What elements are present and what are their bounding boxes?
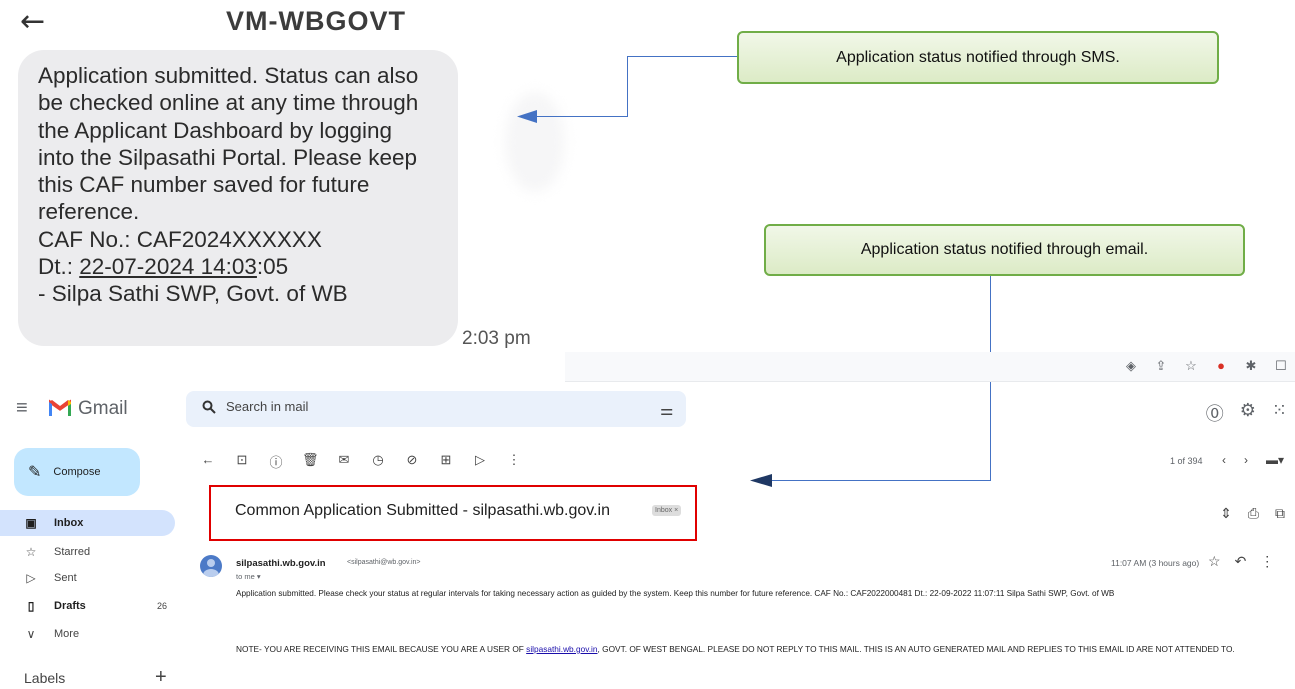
star-icon: ☆ — [25, 545, 37, 559]
search-icon[interactable] — [202, 400, 216, 414]
sms-date-prefix: Dt.: — [38, 254, 80, 280]
add-label-icon[interactable]: + — [155, 666, 167, 689]
share-icon[interactable]: ⇪ — [1153, 358, 1169, 374]
menu-icon[interactable]: ≡ — [16, 397, 28, 420]
older-chevron-icon[interactable]: › — [1244, 453, 1248, 467]
snooze-icon[interactable]: ◷ — [370, 452, 386, 471]
avatar — [200, 555, 222, 577]
sms-date-suffix: :05 — [256, 254, 289, 280]
gmail-title[interactable]: Gmail — [78, 398, 128, 420]
compose-label: Compose — [53, 466, 101, 478]
sms-line: into the Silpasathi Portal. Please keep — [38, 144, 417, 170]
connector-line — [627, 56, 628, 117]
sms-sender: VM-WBGOVT — [226, 6, 406, 36]
portal-link[interactable]: silpasathi.wb.gov.in — [526, 644, 597, 654]
connector-line — [627, 56, 737, 57]
mark-unread-icon[interactable]: ✉ — [336, 452, 352, 471]
newer-chevron-icon[interactable]: ‹ — [1222, 453, 1226, 467]
sms-date-line: Dt.: 22-07-2024 14:03:05 — [38, 253, 446, 280]
pager-count: 1 of 394 — [1170, 456, 1203, 466]
settings-gear-icon[interactable]: ⚙ — [1240, 400, 1256, 426]
connector-line — [770, 480, 991, 481]
sms-line: this CAF number saved for future — [38, 172, 370, 198]
sms-message-bubble: Application submitted. Status can also b… — [18, 50, 458, 346]
sender-name[interactable]: silpasathi.wb.gov.in — [236, 558, 326, 569]
delete-icon[interactable]: 🗑 — [302, 452, 319, 471]
extension-color-icon[interactable]: ● — [1213, 358, 1229, 374]
sidebar-item-label: Inbox — [54, 517, 84, 529]
connector-arrowhead — [750, 474, 772, 487]
print-icon[interactable]: ⎙ — [1248, 505, 1259, 522]
sender-email: <silpasathi@wb.gov.in> — [347, 559, 421, 566]
connector-arrowhead — [517, 110, 537, 123]
more-vert-icon[interactable]: ⋮ — [1260, 553, 1274, 570]
note-text: NOTE- YOU ARE RECEIVING THIS EMAIL BECAU… — [236, 644, 527, 654]
email-note: NOTE- YOU ARE RECEIVING THIS EMAIL BECAU… — [236, 643, 1286, 655]
sidebar-item-label: Sent — [54, 572, 77, 584]
callout-sms-text: Application status notified through SMS. — [836, 48, 1120, 66]
report-spam-icon[interactable]: ⓘ — [268, 452, 284, 471]
inbox-icon: ▣ — [25, 516, 37, 530]
callout-email-text: Application status notified through emai… — [860, 241, 1149, 258]
browser-toolbar: ◈ ⇪ ☆ ● ✱ ☐ — [0, 352, 1295, 382]
input-tools-icon[interactable]: ▬▾ — [1266, 453, 1284, 467]
star-icon[interactable]: ☆ — [1208, 553, 1221, 570]
sms-shadow — [505, 92, 565, 192]
note-text: , GOVT. OF WEST BENGAL. PLEASE DO NOT RE… — [597, 644, 1235, 654]
sms-line: reference. — [38, 199, 140, 225]
email-timestamp: 11:07 AM (3 hours ago) — [1111, 558, 1200, 568]
callout-email: Application status notified through emai… — [764, 224, 1245, 276]
more-vert-icon[interactable]: ⋮ — [506, 452, 522, 471]
drafts-count: 26 — [156, 601, 167, 611]
puzzle-icon[interactable]: ✱ — [1243, 358, 1259, 374]
bookmark-star-icon[interactable]: ☆ — [1183, 358, 1199, 374]
sms-date-link[interactable]: 22-07-2024 14:03 — [79, 254, 257, 279]
archive-icon[interactable]: ⊡ — [234, 452, 250, 471]
sidebar-item-label: Drafts — [54, 600, 86, 612]
reply-icon[interactable]: ↶ — [1235, 553, 1247, 570]
sidebar-item-starred[interactable]: ☆ Starred — [0, 539, 175, 565]
search-bar[interactable]: ⚌ — [186, 391, 686, 427]
expand-icon[interactable]: ⇕ — [1220, 505, 1232, 522]
sidebar-item-inbox[interactable]: ▣ Inbox — [0, 510, 175, 536]
callout-sms: Application status notified through SMS. — [737, 31, 1219, 84]
connector-line — [535, 116, 628, 117]
add-task-icon[interactable]: ⊘ — [404, 452, 420, 471]
help-icon[interactable]: ⓪ — [1206, 400, 1224, 426]
draft-icon: ▯ — [27, 599, 35, 613]
sms-line: Application submitted. Status can also — [38, 63, 419, 88]
sidebar-item-more[interactable]: ∨ More — [0, 621, 175, 647]
sidebar-item-drafts[interactable]: ▯ Drafts 26 — [0, 593, 175, 619]
apps-grid-icon[interactable]: ⁙ — [1272, 400, 1287, 426]
location-icon[interactable]: ◈ — [1123, 358, 1139, 374]
labels-heading: Labels — [24, 670, 66, 686]
recipient-details[interactable]: to me ▾ — [236, 572, 261, 581]
chevron-down-icon: ∨ — [26, 627, 36, 641]
search-input[interactable] — [226, 399, 606, 414]
move-to-icon[interactable]: ⊞ — [438, 452, 454, 471]
sidebar-item-sent[interactable]: ▷ Sent — [0, 565, 175, 591]
gmail-logo-icon[interactable] — [49, 398, 71, 416]
sms-line: the Applicant Dashboard by logging — [38, 117, 393, 143]
send-icon: ▷ — [26, 571, 36, 585]
inbox-label-badge[interactable]: Inbox × — [652, 505, 682, 516]
sms-line: be checked online at any time through — [38, 90, 419, 116]
email-body: Application submitted. Please check your… — [236, 589, 1115, 598]
sms-line: CAF No.: CAF2024XXXXXX — [38, 226, 322, 252]
compose-button[interactable]: ✎ Compose — [14, 448, 140, 496]
sms-signature: - Silpa Sathi SWP, Govt. of WB — [38, 281, 348, 307]
sidebar-item-label: More — [54, 628, 80, 640]
label-icon[interactable]: ▷ — [472, 452, 488, 471]
browser-strip-blank — [0, 352, 565, 382]
sidebar-item-label: Starred — [54, 546, 91, 558]
window-icon[interactable]: ☐ — [1273, 358, 1289, 374]
pencil-icon: ✎ — [28, 464, 42, 481]
back-arrow-icon[interactable]: ← — [20, 7, 45, 37]
back-icon[interactable]: ← — [200, 452, 216, 471]
open-new-window-icon[interactable]: ⧉ — [1275, 505, 1285, 522]
sms-time: 2:03 pm — [462, 328, 531, 349]
search-options-icon[interactable]: ⚌ — [660, 401, 673, 419]
email-subject: Common Application Submitted - silpasath… — [235, 502, 610, 519]
